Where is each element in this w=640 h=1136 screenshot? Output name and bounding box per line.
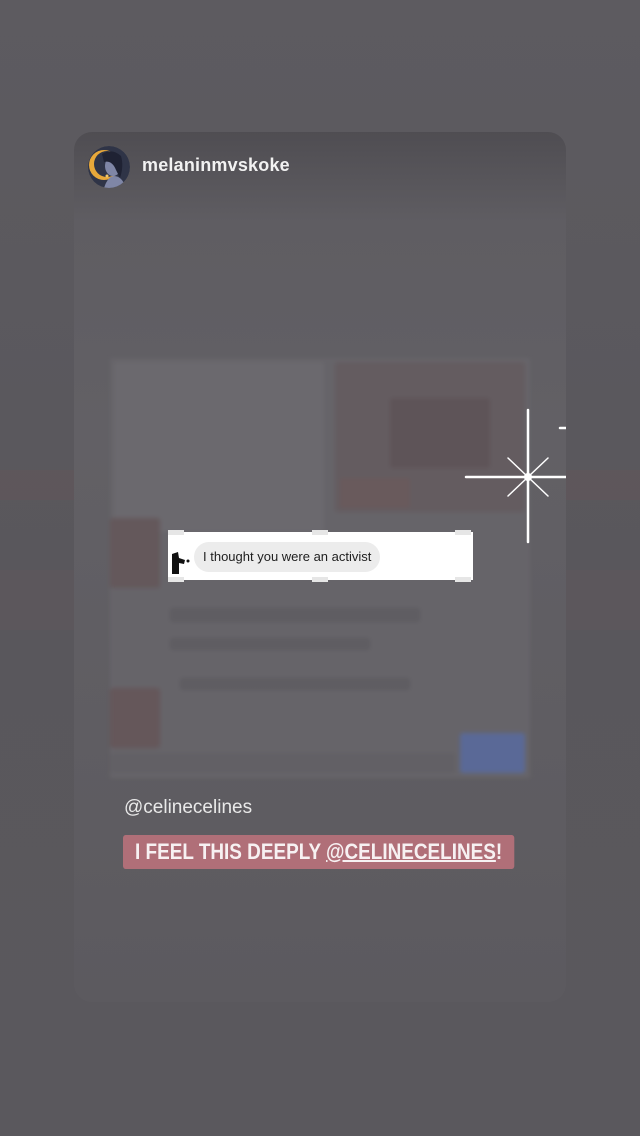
resize-handle[interactable] xyxy=(455,530,471,535)
resize-handle[interactable] xyxy=(168,530,184,535)
resize-handle[interactable] xyxy=(312,577,328,582)
resize-handle[interactable] xyxy=(455,577,471,582)
caption-prefix: I FEEL THIS DEEPLY xyxy=(135,839,327,864)
mention-tag[interactable]: @celinecelines xyxy=(124,797,252,819)
resize-handle[interactable] xyxy=(312,530,328,535)
resize-handle[interactable] xyxy=(168,577,184,582)
caption-suffix: ! xyxy=(495,839,503,864)
caption-mention-link[interactable]: @CELINECELINES xyxy=(326,839,496,864)
message-screenshot-sticker[interactable]: I thought you were an activist xyxy=(168,530,473,582)
sparkle-sticker-icon[interactable] xyxy=(462,400,566,548)
story-screen: melaninmvskoke I thought you were an act… xyxy=(0,0,640,1136)
sender-avatar-icon xyxy=(172,552,190,574)
story-username[interactable]: melaninmvskoke xyxy=(142,155,290,176)
message-bubble: I thought you were an activist xyxy=(194,542,381,572)
profile-avatar-icon[interactable] xyxy=(88,146,130,188)
caption-text[interactable]: I FEEL THIS DEEPLY @CELINECELINES! xyxy=(123,835,515,869)
